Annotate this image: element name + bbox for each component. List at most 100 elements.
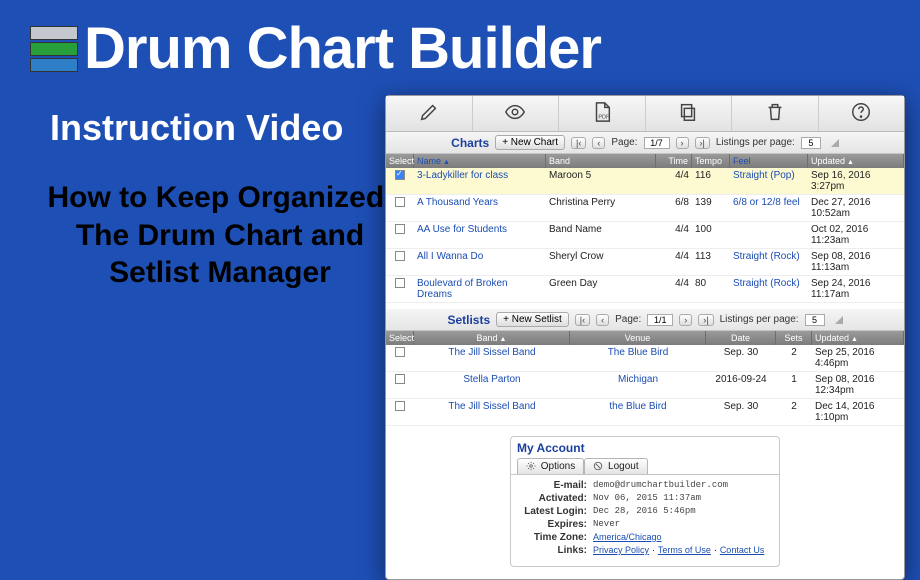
chart-feel[interactable]: Straight (Pop) (730, 168, 808, 194)
setlist-sets: 2 (776, 399, 812, 425)
th-feel[interactable]: Feel (730, 154, 808, 168)
chart-name[interactable]: Boulevard of Broken Dreams (414, 276, 546, 302)
app-window: PDF Charts + New Chart |‹ ‹ Page: › ›| L… (385, 95, 905, 580)
row-checkbox[interactable] (395, 278, 405, 288)
logo-icon (30, 26, 78, 72)
row-checkbox[interactable] (395, 374, 405, 384)
setlists-last-page[interactable]: ›| (698, 314, 713, 326)
pdf-button[interactable]: PDF (559, 96, 646, 131)
help-button[interactable] (819, 96, 905, 131)
th-band[interactable]: Band (546, 154, 656, 168)
setlists-prev-page[interactable]: ‹ (596, 314, 609, 326)
new-chart-button[interactable]: + New Chart (495, 135, 565, 150)
title-row: Drum Chart Builder (0, 0, 920, 82)
sort-asc-icon: ▲ (443, 159, 450, 166)
setlist-band[interactable]: Stella Parton (414, 372, 570, 398)
th-name[interactable]: Name▲ (414, 154, 546, 168)
chart-name[interactable]: 3-Ladykiller for class (414, 168, 546, 194)
table-row[interactable]: A Thousand YearsChristina Perry6/81396/8… (386, 195, 904, 222)
th-sets[interactable]: Sets (776, 331, 812, 345)
th-select[interactable]: Select (386, 154, 414, 168)
th-updated[interactable]: Updated▲ (808, 154, 904, 168)
row-checkbox[interactable] (395, 197, 405, 207)
charts-last-page[interactable]: ›| (695, 137, 710, 149)
table-row[interactable]: AA Use for StudentsBand Name4/4100Oct 02… (386, 222, 904, 249)
charts-lpp-input[interactable] (801, 137, 821, 149)
table-row[interactable]: Stella PartonMichigan2016-09-241Sep 08, … (386, 372, 904, 399)
row-checkbox[interactable] (395, 401, 405, 411)
dog-ear-icon (835, 316, 843, 324)
setlist-band[interactable]: The Jill Sissel Band (414, 345, 570, 371)
th-date[interactable]: Date (706, 331, 776, 345)
row-checkbox[interactable] (395, 251, 405, 261)
email-value: demo@drumchartbuilder.com (593, 480, 728, 491)
pencil-icon (418, 101, 440, 123)
chart-feel[interactable]: 6/8 or 12/8 feel (730, 195, 808, 221)
delete-button[interactable] (732, 96, 819, 131)
th-venue[interactable]: Venue (570, 331, 706, 345)
chart-time: 4/4 (656, 249, 692, 275)
table-row[interactable]: Boulevard of Broken DreamsGreen Day4/480… (386, 276, 904, 303)
charts-title: Charts (451, 136, 489, 150)
th-band[interactable]: Band▲ (414, 331, 570, 345)
charts-page-input[interactable] (644, 137, 670, 149)
setlist-venue[interactable]: the Blue Bird (570, 399, 706, 425)
table-row[interactable]: All I Wanna DoSheryl Crow4/4113Straight … (386, 249, 904, 276)
chart-feel[interactable]: Straight (Rock) (730, 249, 808, 275)
row-checkbox[interactable] (395, 347, 405, 357)
view-button[interactable] (473, 96, 560, 131)
charts-prev-page[interactable]: ‹ (592, 137, 605, 149)
chart-time: 4/4 (656, 276, 692, 302)
setlist-venue[interactable]: The Blue Bird (570, 345, 706, 371)
copy-button[interactable] (646, 96, 733, 131)
th-tempo[interactable]: Tempo (692, 154, 730, 168)
table-row[interactable]: The Jill Sissel Bandthe Blue BirdSep. 30… (386, 399, 904, 426)
account-panel: My Account Options Logout E-mail:demo@dr… (510, 436, 780, 567)
options-tab[interactable]: Options (517, 458, 584, 474)
chart-tempo: 100 (692, 222, 730, 248)
charts-first-page[interactable]: |‹ (571, 137, 586, 149)
chart-name[interactable]: A Thousand Years (414, 195, 546, 221)
setlists-page-input[interactable] (647, 314, 673, 326)
chart-name[interactable]: All I Wanna Do (414, 249, 546, 275)
th-select[interactable]: Select (386, 331, 414, 345)
setlists-thead: Select Band▲ Venue Date Sets Updated▲ (386, 331, 904, 345)
chart-updated: Oct 02, 2016 11:23am (808, 222, 904, 248)
edit-button[interactable] (386, 96, 473, 131)
toolbar: PDF (386, 96, 904, 132)
table-row[interactable]: The Jill Sissel BandThe Blue BirdSep. 30… (386, 345, 904, 372)
timezone-link[interactable]: America/Chicago (593, 532, 662, 542)
pdf-icon: PDF (591, 101, 613, 123)
th-time[interactable]: Time (656, 154, 692, 168)
charts-next-page[interactable]: › (676, 137, 689, 149)
dog-ear-icon (831, 139, 839, 147)
setlists-first-page[interactable]: |‹ (575, 314, 590, 326)
setlist-venue[interactable]: Michigan (570, 372, 706, 398)
new-setlist-button[interactable]: + New Setlist (496, 312, 569, 327)
contact-link[interactable]: Contact Us (720, 545, 765, 555)
chart-time: 4/4 (656, 222, 692, 248)
chart-feel[interactable]: Straight (Rock) (730, 276, 808, 302)
chart-feel[interactable] (730, 222, 808, 248)
chart-tempo: 113 (692, 249, 730, 275)
terms-link[interactable]: Terms of Use (658, 545, 711, 555)
description: How to Keep Organized. The Drum Chart an… (30, 179, 410, 292)
privacy-link[interactable]: Privacy Policy (593, 545, 649, 555)
activated-value: Nov 06, 2015 11:37am (593, 493, 701, 504)
setlists-next-page[interactable]: › (679, 314, 692, 326)
activated-label: Activated: (517, 493, 587, 504)
lpp-label: Listings per page: (716, 137, 795, 148)
logout-tab[interactable]: Logout (584, 458, 647, 474)
setlists-lpp-input[interactable] (805, 314, 825, 326)
row-checkbox[interactable] (395, 224, 405, 234)
row-checkbox[interactable] (395, 170, 405, 180)
setlist-sets: 2 (776, 345, 812, 371)
svg-text:PDF: PDF (598, 114, 610, 120)
chart-tempo: 139 (692, 195, 730, 221)
setlist-band[interactable]: The Jill Sissel Band (414, 399, 570, 425)
chart-name[interactable]: AA Use for Students (414, 222, 546, 248)
chart-band: Christina Perry (546, 195, 656, 221)
help-icon (850, 101, 872, 123)
th-updated[interactable]: Updated▲ (812, 331, 904, 345)
table-row[interactable]: 3-Ladykiller for classMaroon 54/4116Stra… (386, 168, 904, 195)
